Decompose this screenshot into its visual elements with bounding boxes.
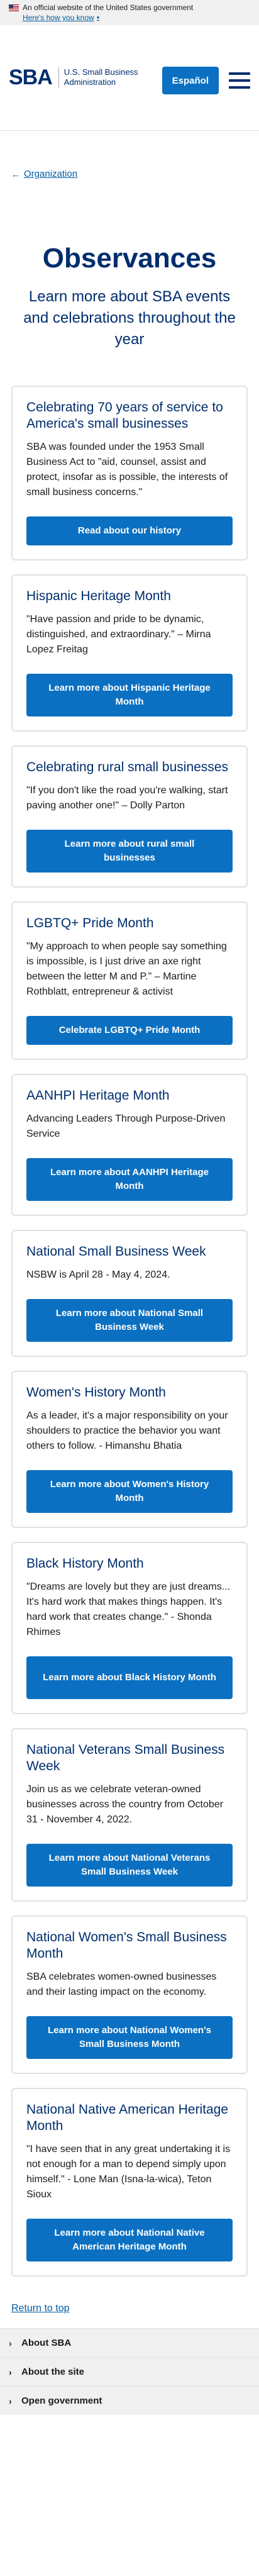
footer-accordion: › About SBA › About the site › Open gove… xyxy=(0,2328,259,2415)
card-title: LGBTQ+ Pride Month xyxy=(26,916,154,930)
observance-card: Black History Month "Dreams are lovely b… xyxy=(11,1542,248,1714)
card-title: National Native American Heritage Month xyxy=(26,2102,228,2133)
card-body: "If you don't like the road you're walki… xyxy=(26,785,228,811)
card-title: Women's History Month xyxy=(26,1385,166,1400)
sba-logo-wordmark: SBA xyxy=(9,65,53,89)
gov-banner-text: An official website of the United States… xyxy=(23,3,194,12)
espanol-button[interactable]: Español xyxy=(162,67,219,94)
observance-card: National Women's Small Business Month SB… xyxy=(11,1915,248,2074)
card-cta-button[interactable]: Learn more about Women's History Month xyxy=(26,1470,233,1513)
header-actions: Español xyxy=(162,67,250,94)
logo-text-line2: Administration xyxy=(63,77,116,87)
card-body: SBA celebrates women-owned businesses an… xyxy=(26,1971,217,1997)
observance-card: National Veterans Small Business Week Jo… xyxy=(11,1728,248,1902)
card-title: National Women's Small Business Month xyxy=(26,1930,227,1961)
card-cta-button[interactable]: Learn more about National Veterans Small… xyxy=(26,1844,233,1887)
card-body: As a leader, it's a major responsibility… xyxy=(26,1410,228,1451)
card-title: Hispanic Heritage Month xyxy=(26,589,171,603)
gov-banner: An official website of the United States… xyxy=(0,0,259,25)
breadcrumb-organization-link[interactable]: Organization xyxy=(24,169,77,179)
observance-card: Celebrating 70 years of service to Ameri… xyxy=(11,386,248,560)
site-header: SBA U.S. Small Business Administration E… xyxy=(0,25,259,131)
card-cta-button[interactable]: Celebrate LGBTQ+ Pride Month xyxy=(26,1016,233,1045)
card-cta-button[interactable]: Learn more about National Native America… xyxy=(26,2219,233,2261)
hero: Observances Learn more about SBA events … xyxy=(0,179,259,350)
page-title: Observances xyxy=(42,243,217,274)
card-body: Advancing Leaders Through Purpose-Driven… xyxy=(26,1113,226,1139)
return-to-top-link[interactable]: Return to top xyxy=(11,2303,70,2314)
sba-logo-mark: SBA xyxy=(9,65,53,89)
observance-card: National Native American Heritage Month … xyxy=(11,2088,248,2277)
chevron-right-icon: › xyxy=(9,2395,12,2406)
footer-item-about-sba[interactable]: › About SBA xyxy=(0,2328,259,2357)
heres-how-you-know-link[interactable]: Here's how you know ▾ xyxy=(23,13,99,23)
observances-list: Celebrating 70 years of service to Ameri… xyxy=(0,350,259,2277)
card-body: "I have seen that in any great undertaki… xyxy=(26,2144,231,2200)
footer-item-open-government[interactable]: › Open government xyxy=(0,2386,259,2415)
observance-card: Women's History Month As a leader, it's … xyxy=(11,1371,248,1528)
card-cta-button[interactable]: Learn more about National Small Business… xyxy=(26,1299,233,1342)
card-cta-button[interactable]: Learn more about AANHPI Heritage Month xyxy=(26,1158,233,1201)
card-cta-button[interactable]: Learn more about National Women's Small … xyxy=(26,2016,233,2059)
card-title: Celebrating 70 years of service to Ameri… xyxy=(26,400,223,431)
chevron-down-icon: ▾ xyxy=(96,14,100,21)
card-title: Black History Month xyxy=(26,1556,144,1571)
card-cta-button[interactable]: Read about our history xyxy=(26,516,233,545)
logo-text-line1: U.S. Small Business xyxy=(63,67,138,77)
footer-item-about-the-site[interactable]: › About the site xyxy=(0,2357,259,2386)
card-body: Join us as we celebrate veteran-owned bu… xyxy=(26,1784,224,1825)
card-title: AANHPI Heritage Month xyxy=(26,1088,170,1103)
footer-item-label: Open government xyxy=(21,2395,102,2406)
card-cta-button[interactable]: Learn more about rural small businesses xyxy=(26,830,233,873)
card-body: "My approach to when people say somethin… xyxy=(26,941,227,997)
card-title: Celebrating rural small businesses xyxy=(26,760,228,774)
menu-icon[interactable] xyxy=(229,72,250,89)
chevron-right-icon: › xyxy=(9,2338,12,2348)
breadcrumb: ← Organization xyxy=(0,131,259,179)
card-cta-button[interactable]: Learn more about Black History Month xyxy=(26,1656,233,1699)
observance-card: Celebrating rural small businesses "If y… xyxy=(11,745,248,888)
return-to-top: Return to top xyxy=(0,2290,259,2314)
arrow-left-icon: ← xyxy=(11,169,20,179)
us-flag-icon xyxy=(9,4,19,11)
chevron-right-icon: › xyxy=(9,2367,12,2377)
card-body: "Dreams are lovely but they are just dre… xyxy=(26,1581,231,1637)
sba-logo-link[interactable]: SBA U.S. Small Business Administration xyxy=(9,67,138,88)
card-title: National Veterans Small Business Week xyxy=(26,1742,225,1773)
observance-card: National Small Business Week NSBW is Apr… xyxy=(11,1230,248,1357)
card-body: SBA was founded under the 1953 Small Bus… xyxy=(26,442,228,498)
page-subtitle: Learn more about SBA events and celebrat… xyxy=(23,288,236,348)
card-title: National Small Business Week xyxy=(26,1244,206,1259)
footer-item-label: About the site xyxy=(21,2367,84,2377)
observance-card: LGBTQ+ Pride Month "My approach to when … xyxy=(11,901,248,1060)
observance-card: Hispanic Heritage Month "Have passion an… xyxy=(11,574,248,732)
heres-how-you-know-label: Here's how you know xyxy=(23,13,94,22)
card-cta-button[interactable]: Learn more about Hispanic Heritage Month xyxy=(26,674,233,716)
card-body: "Have passion and pride to be dynamic, d… xyxy=(26,614,211,655)
card-body: NSBW is April 28 - May 4, 2024. xyxy=(26,1269,170,1280)
footer-item-label: About SBA xyxy=(21,2338,72,2348)
observance-card: AANHPI Heritage Month Advancing Leaders … xyxy=(11,1074,248,1216)
sba-logo-text: U.S. Small Business Administration xyxy=(58,67,138,87)
